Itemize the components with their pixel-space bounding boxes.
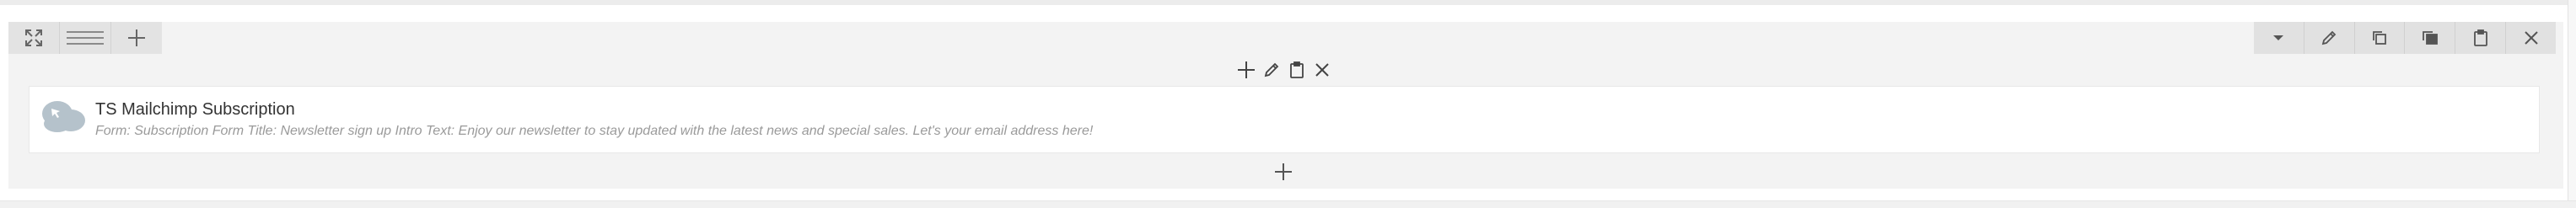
add-element-button[interactable] bbox=[1270, 158, 1297, 185]
element-delete-button[interactable] bbox=[1310, 57, 1334, 83]
copy-icon bbox=[2373, 31, 2386, 45]
fullscreen-icon bbox=[25, 29, 42, 46]
element-clipboard-button[interactable] bbox=[1285, 57, 1309, 83]
row-fullscreen-button[interactable] bbox=[8, 22, 59, 54]
mailchimp-element[interactable]: TS Mailchimp Subscription Form: Subscrip… bbox=[29, 86, 2540, 153]
element-toolbar bbox=[1234, 57, 1334, 83]
element-title: TS Mailchimp Subscription bbox=[95, 100, 295, 119]
duplicate-icon bbox=[2422, 31, 2438, 45]
row-drag-handle[interactable] bbox=[59, 22, 110, 54]
plus-icon bbox=[1238, 61, 1255, 78]
row-controls bbox=[8, 22, 162, 54]
element-edit-button[interactable] bbox=[1260, 57, 1283, 83]
column-edit-button[interactable] bbox=[2303, 22, 2354, 54]
column-duplicate-button[interactable] bbox=[2404, 22, 2455, 54]
close-icon bbox=[1315, 63, 1329, 77]
column-delete-button[interactable] bbox=[2505, 22, 2556, 54]
pencil-icon bbox=[2321, 30, 2337, 45]
column-layout-dropdown[interactable] bbox=[2254, 22, 2304, 54]
close-icon bbox=[2524, 31, 2538, 45]
column-paste-button[interactable] bbox=[2455, 22, 2505, 54]
top-divider bbox=[0, 0, 2576, 5]
paste-icon bbox=[2473, 29, 2487, 46]
dropdown-arrow-icon bbox=[2273, 35, 2284, 40]
element-description: Form: Subscription Form Title: Newslette… bbox=[95, 124, 1094, 138]
plus-icon bbox=[1275, 163, 1292, 180]
row-add-column-button[interactable] bbox=[110, 22, 162, 54]
plus-icon bbox=[128, 29, 145, 46]
column-controls bbox=[2254, 22, 2556, 54]
pencil-icon bbox=[1264, 62, 1279, 77]
mailchimp-cloud-icon bbox=[42, 101, 85, 132]
clipboard-icon bbox=[1290, 61, 1304, 78]
vertical-scrollbar[interactable] bbox=[2568, 0, 2576, 207]
column-copy-button[interactable] bbox=[2353, 22, 2405, 54]
drag-handle-icon bbox=[67, 31, 104, 45]
element-add-button[interactable] bbox=[1234, 57, 1258, 83]
